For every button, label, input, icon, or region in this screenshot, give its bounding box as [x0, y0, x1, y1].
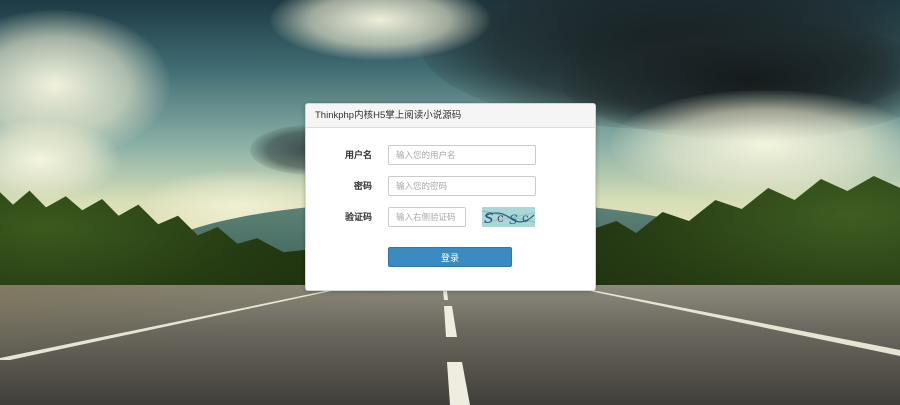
captcha-image-graphic: S c S c — [482, 210, 535, 227]
center-dash — [447, 362, 470, 405]
captcha-row: 验证码 S c S c — [306, 207, 595, 227]
captcha-image[interactable]: S c S c — [482, 207, 535, 227]
password-input[interactable] — [388, 176, 536, 196]
password-label: 密码 — [353, 181, 372, 191]
login-panel: Thinkphp内核H5掌上阅读小说源码 用户名 密码 验证码 S c S c — [305, 103, 596, 291]
username-label: 用户名 — [344, 150, 372, 160]
captcha-label: 验证码 — [344, 212, 372, 222]
center-dash — [443, 291, 448, 300]
login-panel-title: Thinkphp内核H5掌上阅读小说源码 — [306, 104, 595, 128]
login-button[interactable]: 登录 — [388, 247, 512, 267]
username-row: 用户名 — [306, 145, 595, 165]
captcha-input[interactable] — [388, 207, 466, 227]
username-input[interactable] — [388, 145, 536, 165]
password-row: 密码 — [306, 176, 595, 196]
road-edge-line-right — [585, 290, 900, 356]
svg-text:c: c — [522, 211, 529, 225]
center-dash — [444, 306, 457, 337]
background-scene: Thinkphp内核H5掌上阅读小说源码 用户名 密码 验证码 S c S c — [0, 0, 900, 405]
road-edge-line-left — [0, 290, 336, 360]
